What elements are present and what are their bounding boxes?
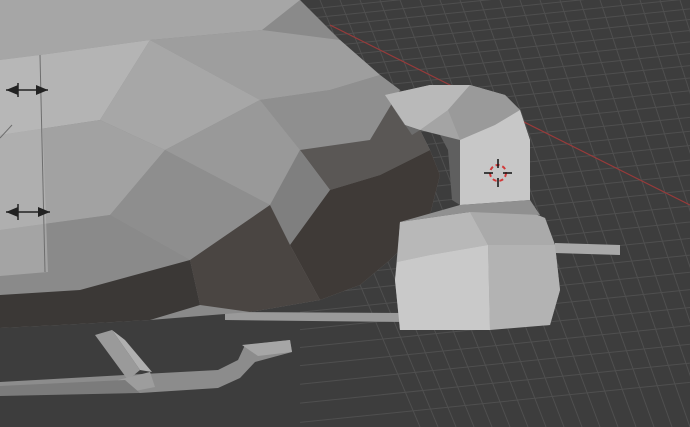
grid-line (299, 0, 682, 40)
right-shaft (555, 243, 620, 255)
grid-line (299, 8, 690, 50)
viewport-canvas[interactable] (0, 0, 690, 427)
grid-line (639, 0, 690, 155)
grid-line (299, 325, 690, 367)
side-shaft (225, 312, 408, 322)
engine-housing (395, 200, 560, 330)
landing-skid (0, 330, 292, 396)
grid-line (519, 0, 673, 427)
grid-line (299, 362, 690, 404)
3d-viewport[interactable] (0, 0, 690, 427)
fuselage-nose (0, 0, 440, 328)
grid-line (299, 0, 492, 20)
grid-line (559, 0, 690, 377)
